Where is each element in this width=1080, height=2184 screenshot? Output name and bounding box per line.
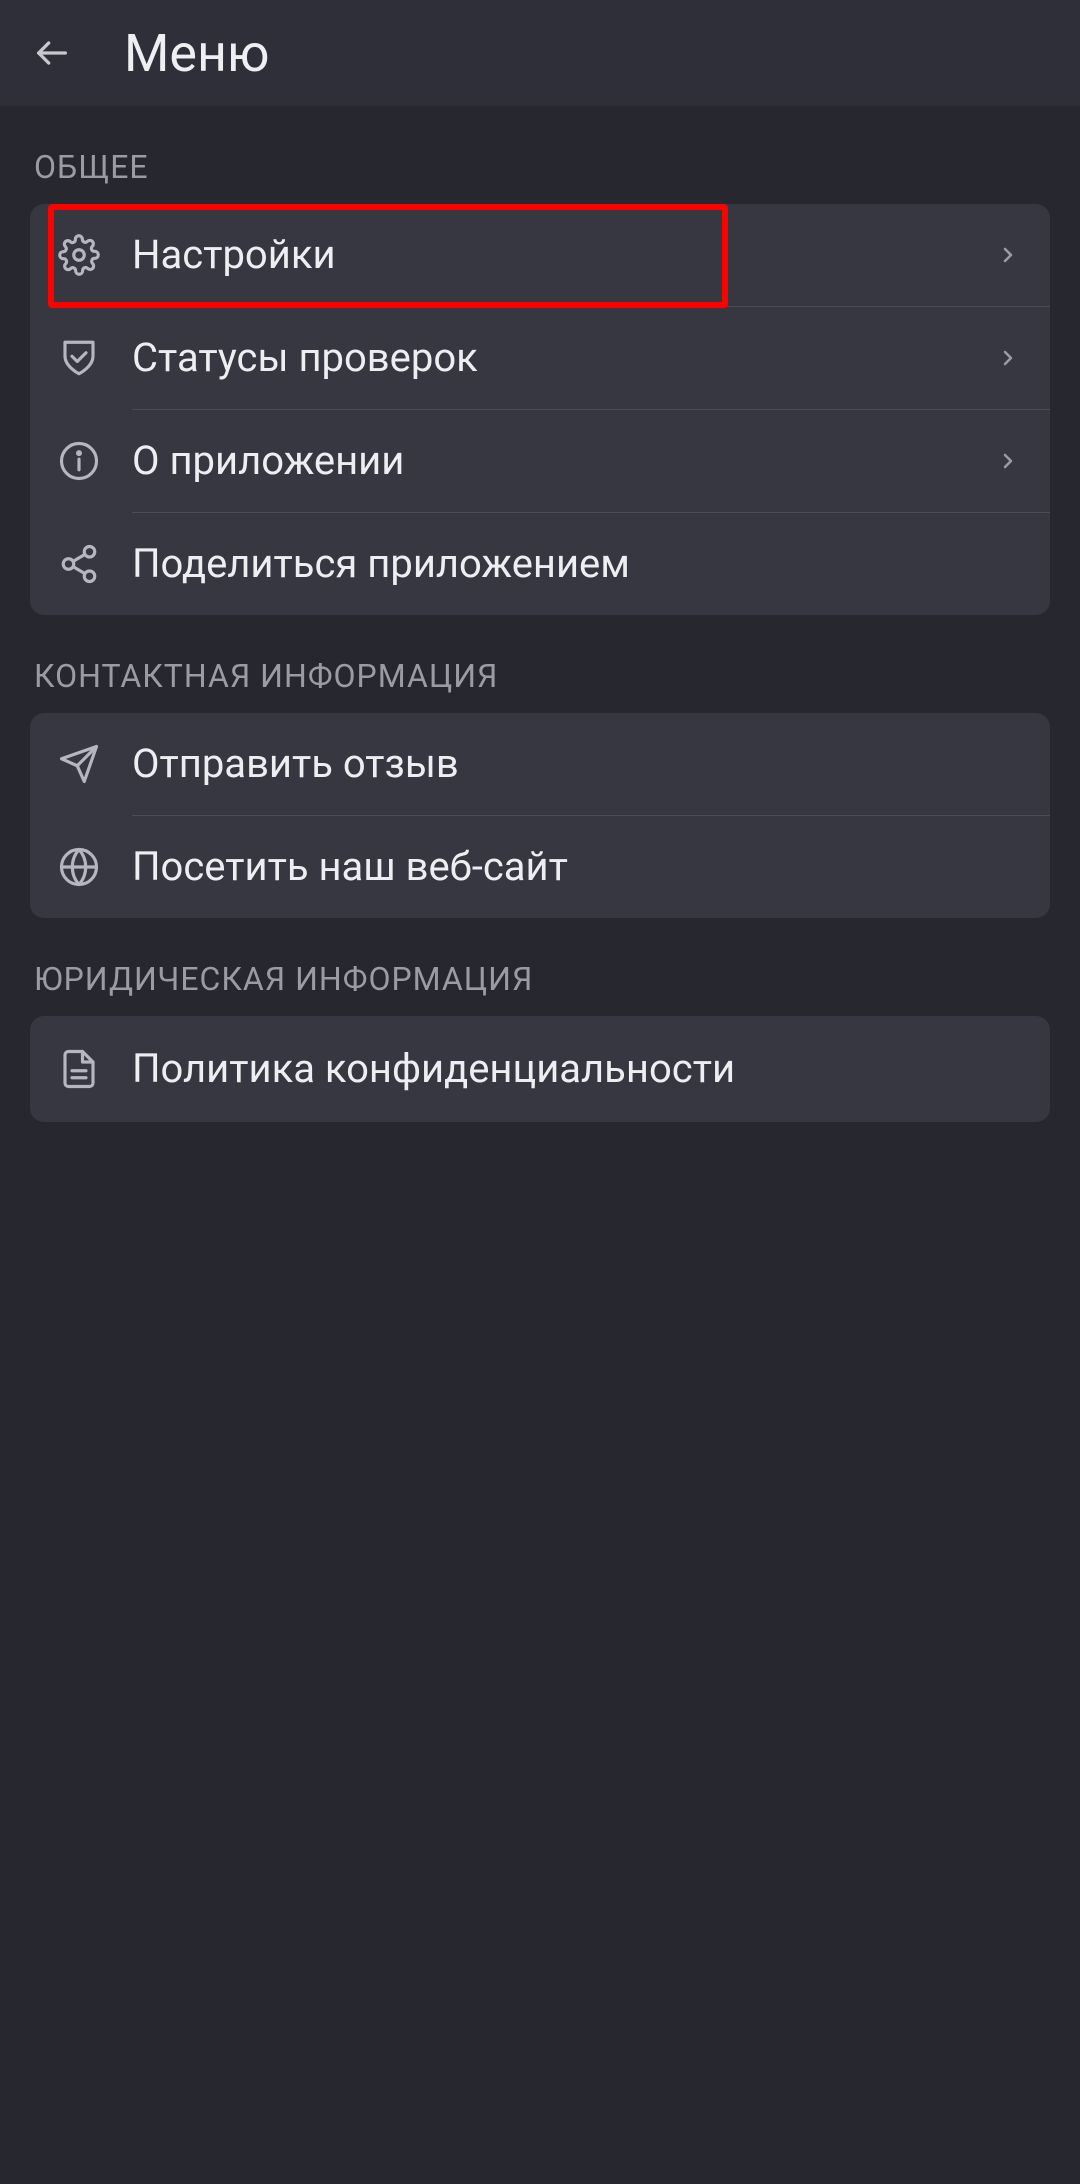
card-contact: Отправить отзыв Посетить наш веб-сайт — [30, 713, 1050, 918]
chevron-right-icon — [994, 447, 1022, 475]
gear-icon — [58, 234, 100, 276]
send-icon — [58, 743, 100, 785]
menu-item-label: Отправить отзыв — [132, 739, 1022, 789]
shield-check-icon — [58, 337, 100, 379]
page-title: Меню — [124, 23, 269, 84]
menu-item-website[interactable]: Посетить наш веб-сайт — [30, 816, 1050, 918]
menu-item-privacy[interactable]: Политика конфиденциальности — [30, 1016, 1050, 1122]
menu-item-label: Поделиться приложением — [132, 539, 1022, 589]
app-header: Меню — [0, 0, 1080, 106]
menu-item-settings[interactable]: Настройки — [30, 204, 1050, 306]
section-header-contact: КОНТАКТНАЯ ИНФОРМАЦИЯ — [30, 615, 1050, 713]
card-general: Настройки Статусы проверок — [30, 204, 1050, 615]
info-icon — [58, 440, 100, 482]
menu-item-about[interactable]: О приложении — [30, 410, 1050, 512]
back-button[interactable] — [28, 29, 76, 77]
card-legal: Политика конфиденциальности — [30, 1016, 1050, 1122]
share-icon — [58, 543, 100, 585]
menu-item-check-statuses[interactable]: Статусы проверок — [30, 307, 1050, 409]
menu-item-label: Политика конфиденциальности — [132, 1044, 1022, 1094]
menu-item-share[interactable]: Поделиться приложением — [30, 513, 1050, 615]
menu-item-feedback[interactable]: Отправить отзыв — [30, 713, 1050, 815]
document-icon — [58, 1048, 100, 1090]
content: ОБЩЕЕ Настройки Статусы проверок — [0, 106, 1080, 1122]
arrow-left-icon — [32, 33, 72, 73]
section-header-general: ОБЩЕЕ — [30, 106, 1050, 204]
menu-item-label: Посетить наш веб-сайт — [132, 842, 1022, 892]
section-header-legal: ЮРИДИЧЕСКАЯ ИНФОРМАЦИЯ — [30, 918, 1050, 1016]
menu-item-label: Настройки — [132, 230, 994, 280]
menu-item-label: Статусы проверок — [132, 333, 994, 383]
chevron-right-icon — [994, 344, 1022, 372]
chevron-right-icon — [994, 241, 1022, 269]
menu-item-label: О приложении — [132, 436, 994, 486]
globe-icon — [58, 846, 100, 888]
